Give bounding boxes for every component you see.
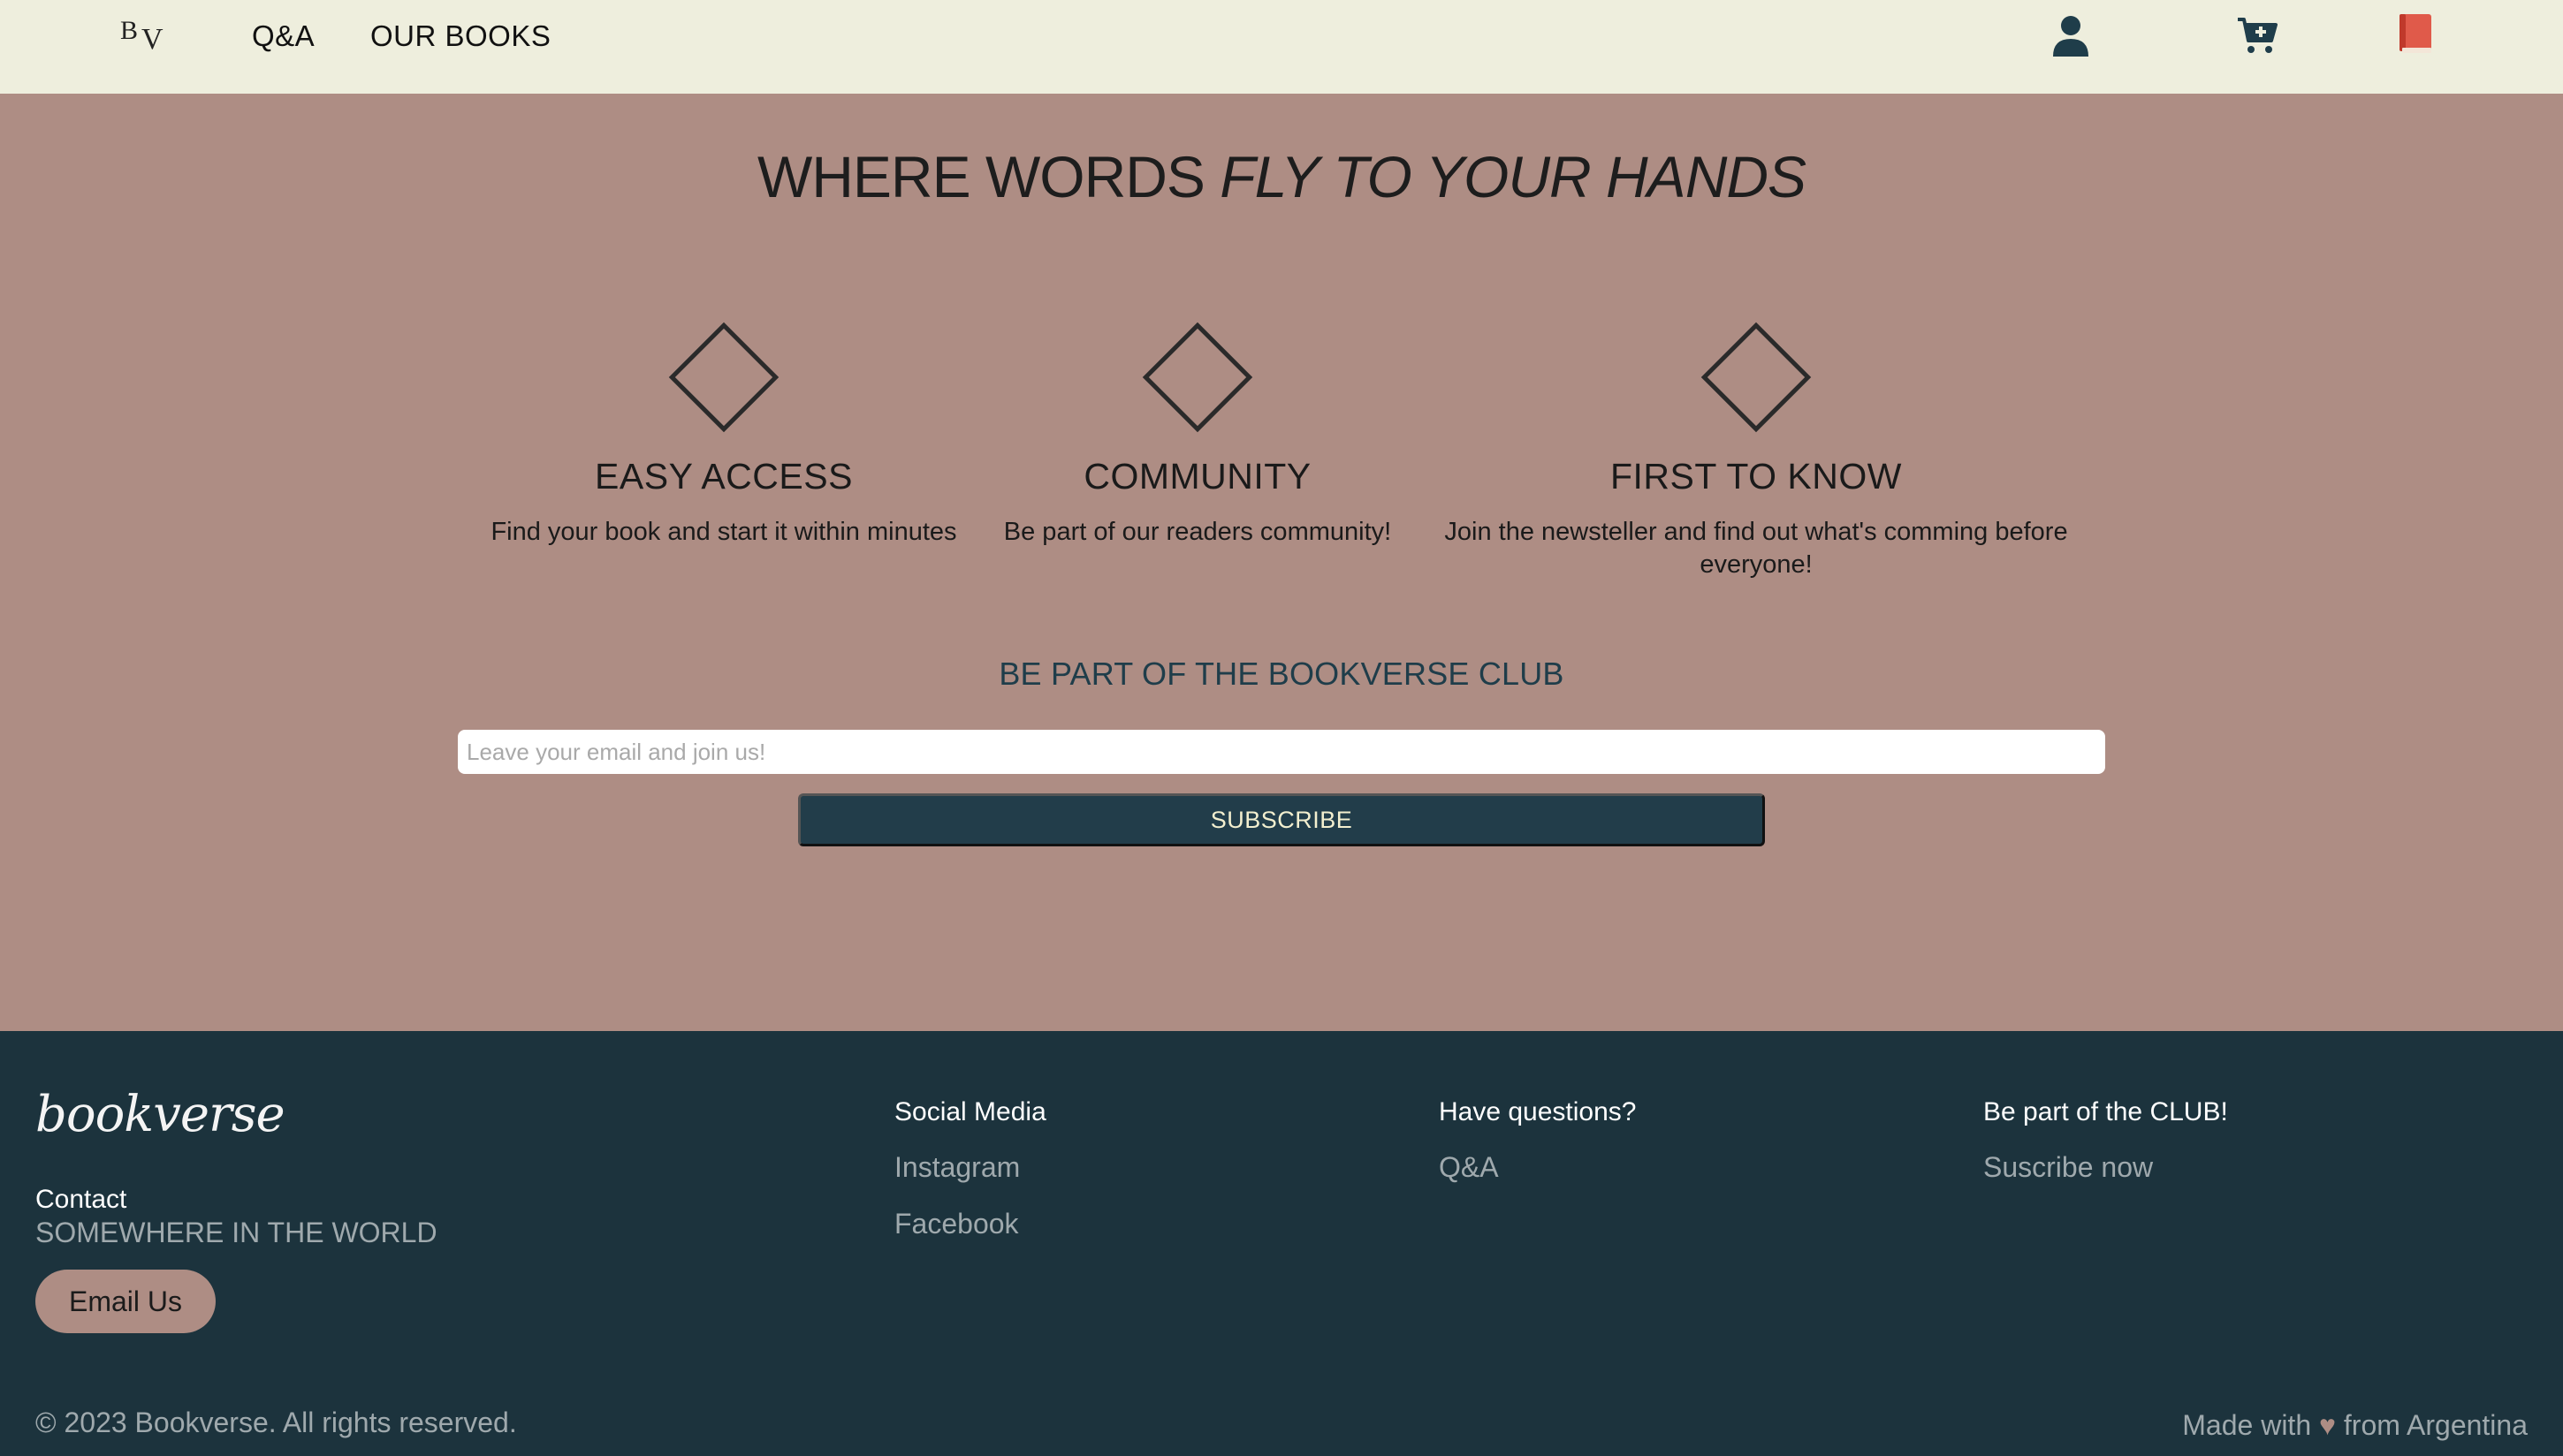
made-with-prefix: Made with — [2182, 1409, 2312, 1441]
user-icon[interactable] — [2050, 14, 2091, 57]
logo-letter-v: V — [141, 23, 164, 56]
social-media-heading: Social Media — [894, 1097, 1046, 1126]
made-with-suffix: from Argentina — [2343, 1409, 2528, 1441]
subscribe-now-link[interactable]: Suscribe now — [1983, 1151, 2153, 1184]
subscribe-button[interactable]: SUBSCRIBE — [798, 793, 1765, 846]
headline-italic: FLY TO YOUR HANDS — [1220, 144, 1806, 209]
copyright-text: © 2023 Bookverse. All rights reserved. — [35, 1407, 517, 1438]
top-navbar: B V Q&A OUR BOOKS — [0, 0, 2563, 94]
cart-plus-icon[interactable] — [2236, 16, 2278, 55]
questions-heading: Have questions? — [1439, 1097, 1637, 1126]
feature-description: Join the newsteller and find out what's … — [1444, 518, 2068, 579]
instagram-link[interactable]: Instagram — [894, 1151, 1020, 1184]
feature-first-to-know: FIRST TO KNOW Join the newsteller and fi… — [1416, 322, 2096, 588]
heart-icon: ♥ — [2319, 1409, 2336, 1441]
contact-heading: Contact — [35, 1185, 127, 1214]
footer-brand-logo: bookverse — [35, 1086, 285, 1143]
club-heading: Be part of the CLUB! — [1983, 1097, 2228, 1126]
footer: bookverse Contact SOMEWHERE IN THE WORLD… — [0, 1031, 2563, 1456]
contact-location: SOMEWHERE IN THE WORLD — [35, 1217, 437, 1248]
feature-title: EASY ACCESS — [595, 456, 853, 497]
facebook-link[interactable]: Facebook — [894, 1208, 1019, 1240]
diamond-icon — [1142, 322, 1253, 433]
headline-plain: WHERE WORDS — [757, 144, 1221, 209]
nav-link-our-books[interactable]: OUR BOOKS — [370, 19, 551, 53]
hero-headline: WHERE WORDS FLY TO YOUR HANDS — [0, 143, 2563, 210]
feature-title: COMMUNITY — [1084, 456, 1312, 497]
feature-easy-access: EASY ACCESS Find your book and start it … — [468, 322, 979, 553]
diamond-icon — [668, 322, 780, 433]
feature-community: COMMUNITY Be part of our readers communi… — [979, 322, 1416, 553]
feature-description: Be part of our readers community! — [1003, 518, 1392, 546]
feature-title: FIRST TO KNOW — [1610, 456, 1902, 497]
email-input[interactable] — [458, 730, 2105, 774]
logo-letter-b: B — [120, 16, 139, 45]
email-us-button[interactable]: Email Us — [35, 1270, 216, 1333]
made-with-text: Made with ♥ from Argentina — [2182, 1409, 2528, 1442]
diamond-icon — [1700, 322, 1812, 433]
nav-link-qa[interactable]: Q&A — [252, 19, 315, 53]
feature-description: Find your book and start it within minut… — [491, 518, 957, 546]
qa-link[interactable]: Q&A — [1439, 1151, 1499, 1184]
hero-section: WHERE WORDS FLY TO YOUR HANDS EASY ACCES… — [0, 94, 2563, 1031]
bv-logo[interactable]: B V — [120, 16, 170, 56]
book-icon[interactable] — [2397, 12, 2434, 55]
club-title: BE PART OF THE BOOKVERSE CLUB — [999, 656, 1564, 692]
